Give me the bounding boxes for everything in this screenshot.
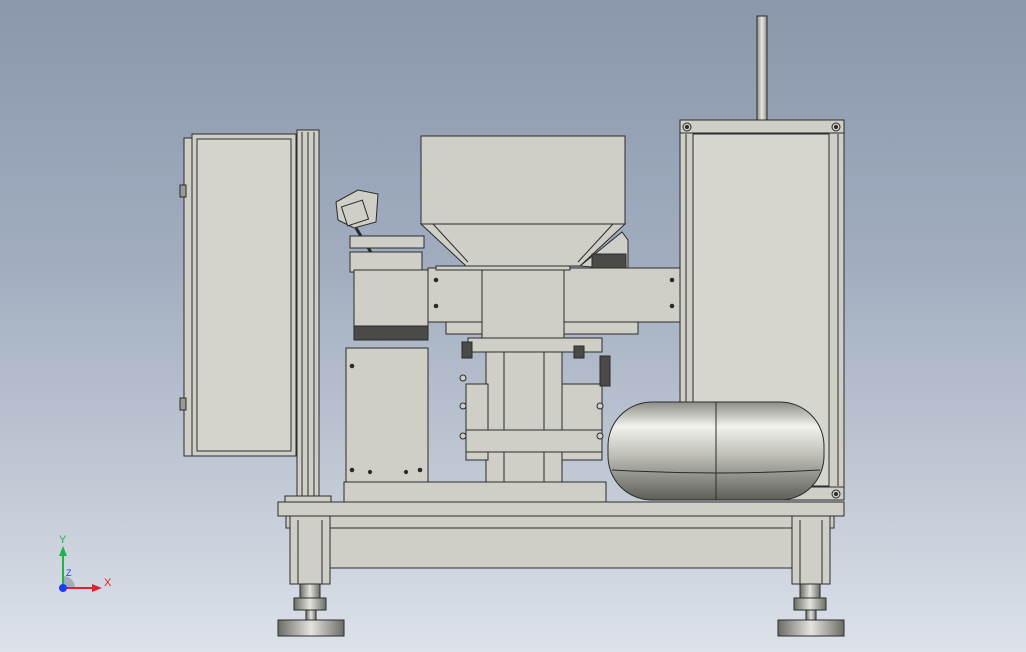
pressure-tank xyxy=(607,401,825,501)
vertical-rod xyxy=(756,15,768,121)
axis-z-label: Z xyxy=(66,568,72,578)
sensor-bracket xyxy=(335,189,425,255)
leveling-foot-right xyxy=(777,583,845,637)
base-table xyxy=(277,501,845,585)
center-column xyxy=(439,337,611,503)
axis-y-label: Y xyxy=(59,534,67,546)
left-cabinet xyxy=(179,133,297,457)
cross-beam xyxy=(427,265,681,341)
hopper xyxy=(419,135,627,267)
model-viewport[interactable]: Y X Z xyxy=(0,0,1026,652)
leveling-foot-left xyxy=(277,583,345,637)
mount-plate xyxy=(343,481,607,503)
machine-assembly-drawing[interactable] xyxy=(0,0,1026,652)
left-control-box xyxy=(345,251,429,483)
axis-x-label: X xyxy=(104,577,112,589)
